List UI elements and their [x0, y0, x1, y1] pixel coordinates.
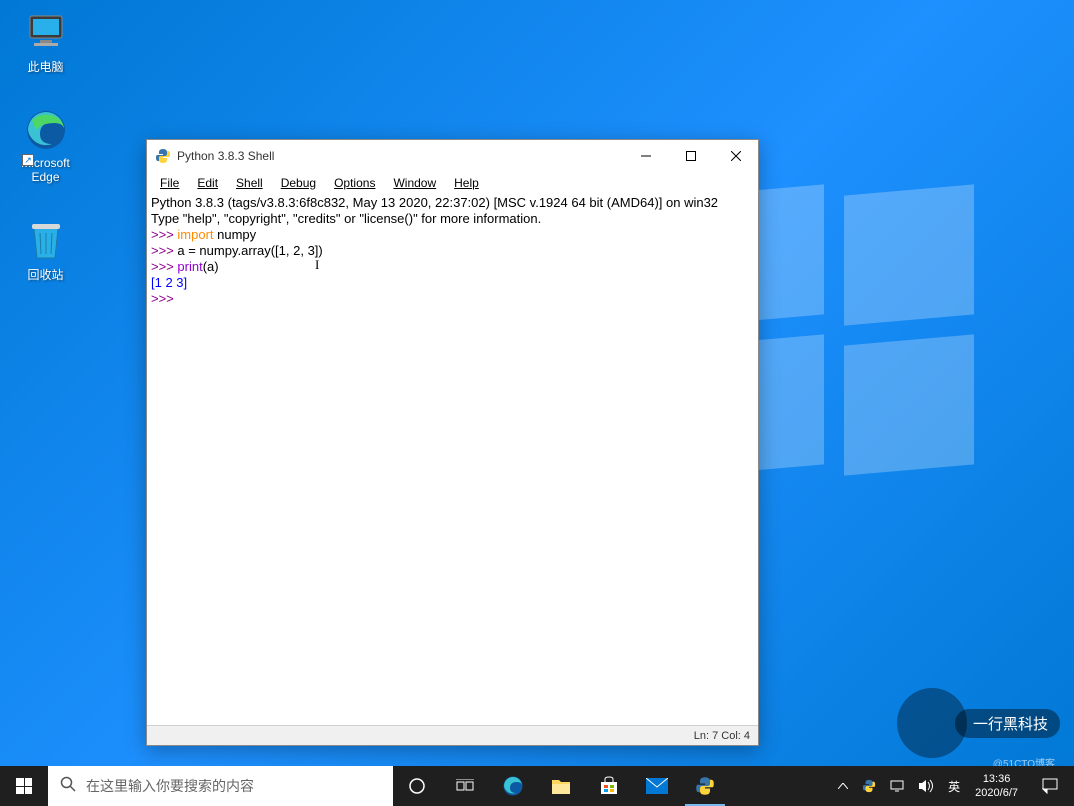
this-pc-icon [24, 10, 68, 54]
recycle-bin-icon [24, 218, 68, 262]
menu-options[interactable]: Options [325, 174, 384, 192]
taskbar-explorer[interactable] [537, 766, 585, 806]
tray-ime[interactable]: 英 [941, 766, 967, 806]
taskbar-task-view[interactable] [441, 766, 489, 806]
builtin-print: print [177, 259, 202, 274]
shell-banner-line: Type "help", "copyright", "credits" or "… [151, 211, 541, 226]
minimize-button[interactable] [623, 141, 668, 171]
shell-prompt: >>> [151, 259, 177, 274]
taskbar-mail[interactable] [633, 766, 681, 806]
start-button[interactable] [0, 766, 48, 806]
desktop-icon-label: 此电脑 [8, 58, 83, 75]
shell-prompt: >>> [151, 243, 177, 258]
desktop-icon-edge[interactable]: ↗ Microsoft Edge [8, 108, 83, 184]
desktop-icon-this-pc[interactable]: 此电脑 [8, 10, 83, 75]
shell-output: [1 2 3] [151, 275, 187, 290]
shell-prompt: >>> [151, 227, 177, 242]
desktop-icon-recycle-bin[interactable]: 回收站 [8, 218, 83, 283]
shortcut-arrow-icon: ↗ [22, 154, 34, 166]
desktop-icon-label: Microsoft Edge [8, 156, 83, 184]
tray-show-hidden[interactable] [831, 766, 855, 806]
menu-help[interactable]: Help [445, 174, 488, 192]
taskbar-cortana[interactable] [393, 766, 441, 806]
shell-code: a = numpy.array([1, 2, 3]) [177, 243, 322, 258]
menu-shell[interactable]: Shell [227, 174, 272, 192]
title-bar[interactable]: Python 3.8.3 Shell [147, 140, 758, 172]
shell-text-area[interactable]: Python 3.8.3 (tags/v3.8.3:6f8c832, May 1… [147, 194, 758, 725]
window-title: Python 3.8.3 Shell [177, 149, 623, 163]
windows-logo-icon [16, 778, 32, 794]
tray-notifications[interactable] [1026, 766, 1074, 806]
shell-banner-line: Python 3.8.3 (tags/v3.8.3:6f8c832, May 1… [151, 195, 718, 210]
menu-edit[interactable]: Edit [188, 174, 227, 192]
tray-volume-icon[interactable] [911, 766, 941, 806]
tray-date: 2020/6/7 [975, 786, 1018, 800]
watermark-widget: 一行黑科技 @51CTO博客 [897, 688, 1060, 758]
taskbar-store[interactable] [585, 766, 633, 806]
menu-window[interactable]: Window [384, 174, 445, 192]
shell-prompt: >>> [151, 291, 177, 306]
search-icon [60, 776, 76, 797]
text-cursor-icon: I [315, 258, 319, 273]
tray-python-icon[interactable] [855, 766, 883, 806]
menu-file[interactable]: File [151, 174, 188, 192]
edge-icon [24, 108, 68, 152]
menu-bar: File Edit Shell Debug Options Window Hel… [147, 172, 758, 194]
taskbar-edge[interactable] [489, 766, 537, 806]
status-bar: Ln: 7 Col: 4 [147, 725, 758, 745]
menu-debug[interactable]: Debug [272, 174, 325, 192]
tray-datetime[interactable]: 13:36 2020/6/7 [967, 772, 1026, 801]
python-icon [155, 148, 171, 164]
close-button[interactable] [713, 141, 758, 171]
taskbar-search[interactable] [48, 766, 393, 806]
maximize-button[interactable] [668, 141, 713, 171]
search-input[interactable] [86, 778, 381, 794]
tray-network-icon[interactable] [883, 766, 911, 806]
watermark-text: 一行黑科技 [955, 709, 1060, 738]
tray-time: 13:36 [975, 772, 1018, 786]
status-position: Ln: 7 Col: 4 [694, 730, 750, 742]
taskbar-python-idle[interactable] [681, 766, 729, 806]
desktop-icon-label: 回收站 [8, 266, 83, 283]
taskbar: 英 13:36 2020/6/7 [0, 766, 1074, 806]
python-idle-window: Python 3.8.3 Shell File Edit Shell Debug… [146, 139, 759, 746]
keyword-import: import [177, 227, 213, 242]
watermark-avatar [897, 688, 967, 758]
